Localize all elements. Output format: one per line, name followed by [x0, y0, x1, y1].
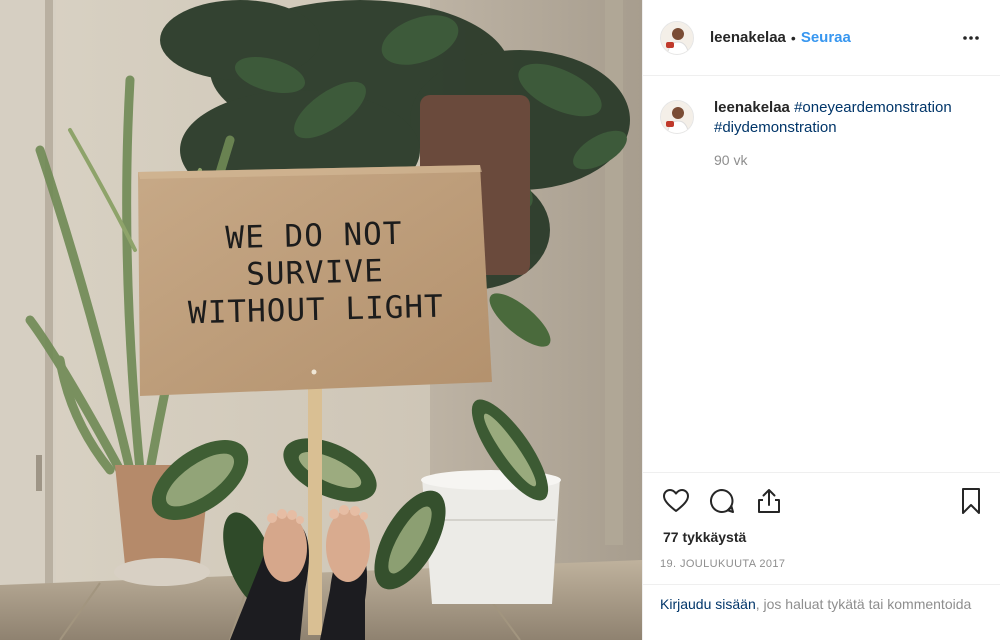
likes-count[interactable]: 77 tykkäystä [663, 529, 746, 545]
bookmark-icon[interactable] [956, 486, 986, 516]
login-prompt-text: , jos haluat tykätä tai kommentoida [755, 596, 972, 612]
hashtag-link[interactable]: #diydemonstration [714, 119, 837, 136]
caption-avatar[interactable] [660, 100, 694, 134]
caption-username[interactable]: leenakelaa [714, 99, 790, 116]
comment-bubble-icon[interactable] [707, 486, 737, 516]
hashtag-link[interactable]: #oneyeardemonstration [794, 99, 952, 116]
header-username[interactable]: leenakelaa [710, 29, 786, 46]
post-header: leenakelaa • Seuraa [643, 0, 1000, 76]
separator-dot: • [790, 29, 796, 46]
avatar-image [661, 21, 693, 54]
login-prompt: Kirjaudu sisään, jos haluat tykätä tai k… [660, 594, 990, 614]
sign-text: WE DO NOT SURVIVE WITHOUT LIGHT [149, 214, 482, 334]
divider [643, 472, 1000, 473]
post-photo[interactable]: WE DO NOT SURVIVE WITHOUT LIGHT [0, 0, 642, 640]
caption-text: leenakelaa #oneyeardemonstration #diydem… [714, 98, 980, 138]
caption: leenakelaa #oneyeardemonstration #diydem… [660, 98, 980, 168]
login-link[interactable]: Kirjaudu sisään [660, 596, 756, 612]
post-date[interactable]: 19. JOULUKUUTA 2017 [660, 558, 785, 570]
follow-button[interactable]: Seuraa [801, 29, 851, 46]
action-bar [643, 486, 1000, 518]
heart-icon[interactable] [661, 486, 691, 516]
post-side-panel: leenakelaa • Seuraa leenakelaa #oneyeard… [642, 0, 1000, 640]
avatar[interactable] [660, 20, 694, 55]
post-age[interactable]: 90 vk [714, 152, 980, 168]
share-upload-icon[interactable] [754, 486, 784, 516]
divider [643, 584, 1000, 585]
more-horizontal-icon[interactable] [961, 28, 981, 48]
avatar-image [661, 101, 693, 133]
